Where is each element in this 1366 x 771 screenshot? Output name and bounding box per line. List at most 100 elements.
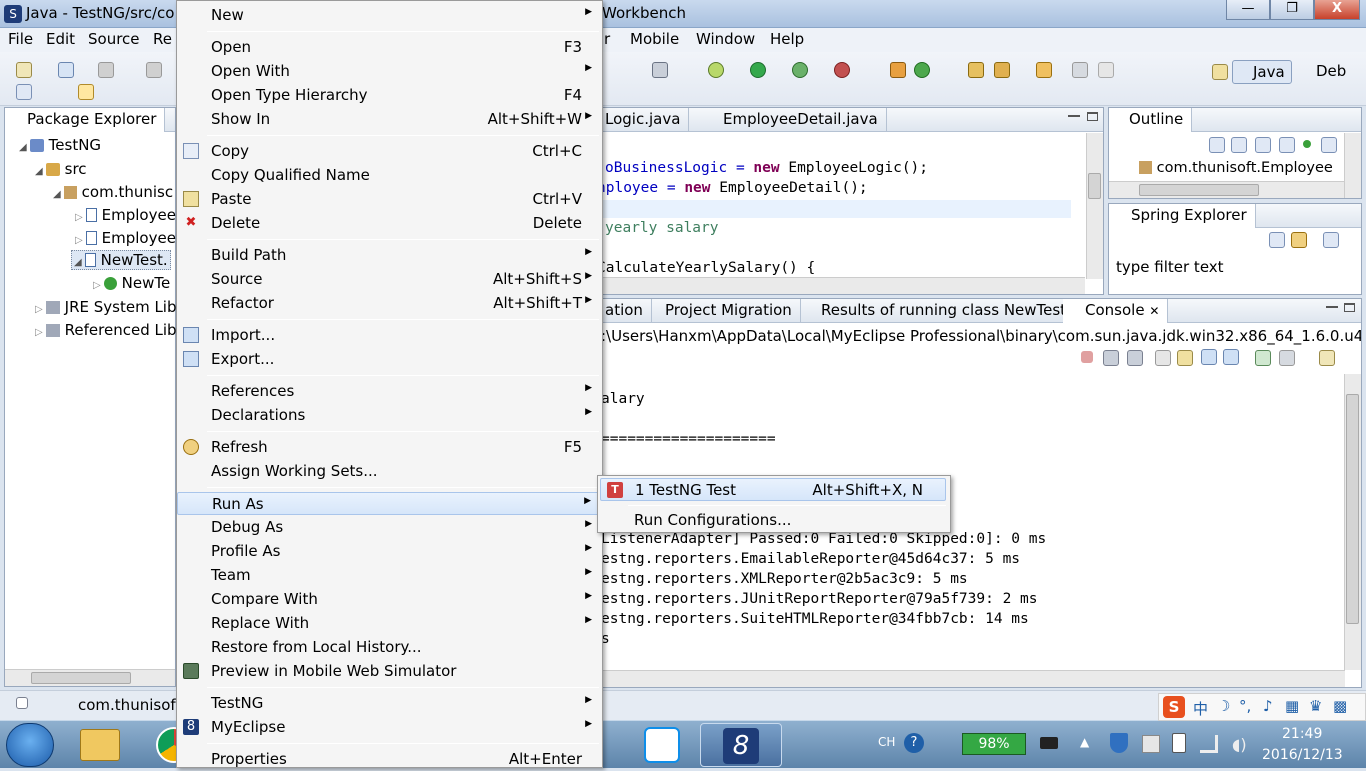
sogou-logo-icon[interactable]: S [1163,696,1185,718]
menu-item-open-type-hierarchy[interactable]: Open Type Hierarchy F4 [177,84,602,107]
new-package-icon[interactable] [58,62,74,78]
tree-item-file[interactable]: ▷ Employee [75,206,176,224]
hide-static-icon[interactable] [1279,137,1295,153]
menu-run[interactable]: r [604,30,610,48]
menu-item-delete[interactable]: ✖ Delete Delete [177,212,602,235]
menu-edit[interactable]: Edit [46,30,75,48]
horizontal-scrollbar[interactable] [1109,181,1345,198]
pin-icon[interactable] [16,84,32,100]
menu-item-copy[interactable]: Copy Ctrl+C [177,140,602,163]
menu-item-open[interactable]: Open F3 [177,36,602,59]
phone-icon[interactable] [1172,733,1186,753]
network-error-icon[interactable] [1142,735,1160,753]
tree-item-package[interactable]: ◢ com.thunisc [53,183,173,201]
print-icon[interactable] [146,62,162,78]
maximize-button[interactable]: ❐ [1270,0,1314,20]
save-icon[interactable] [98,62,114,78]
pin-editor-icon[interactable] [1072,62,1088,78]
menu-file[interactable]: File [8,30,33,48]
run-coverage-icon[interactable] [792,62,808,78]
menu-item-testng[interactable]: TestNG ▶ [177,692,602,715]
menu-item-references[interactable]: References ▶ [177,380,602,403]
tab-testng-results[interactable]: Results of running class NewTest [797,299,1076,323]
menu-item-export[interactable]: Export... [177,348,602,371]
mark-occurrences-icon[interactable] [78,84,94,100]
tree-item-referenced[interactable]: ▷ Referenced Lib [35,321,177,339]
filter-input[interactable]: type filter text [1111,254,1333,278]
outline-item-package[interactable]: com.thunisoft.Employee [1139,160,1333,176]
tab-project-migration[interactable]: Project Migration [643,299,801,323]
tree-item-src[interactable]: ◢ src [35,160,87,178]
collapse-all-icon[interactable] [1269,232,1285,248]
console-minimize-button[interactable] [1326,306,1338,309]
horizontal-scrollbar[interactable] [597,277,1085,294]
sort-icon[interactable] [1231,137,1247,153]
debug-icon[interactable] [708,62,724,78]
remove-launch-icon[interactable] [1103,350,1119,366]
help-icon[interactable]: ? [904,733,924,753]
vertical-scrollbar[interactable] [1086,133,1103,279]
menu-item-replace-with[interactable]: Replace With ▶ [177,612,602,635]
menu-item-run-as[interactable]: Run As ▶ [177,492,602,515]
clear-console-icon[interactable] [1155,350,1171,366]
show-hidden-icons-icon[interactable]: ▲ [1080,735,1089,749]
display-console-icon[interactable] [1255,350,1271,366]
menu-item-myeclipse[interactable]: 8 MyEclipse ▶ [177,716,602,739]
close-button[interactable]: X [1314,0,1360,20]
collapse-all-icon[interactable] [1209,137,1225,153]
menu-item-team[interactable]: Team ▶ [177,564,602,587]
link-editor-icon[interactable] [1291,232,1307,248]
open-type-icon[interactable] [968,62,984,78]
volume-icon[interactable]: ◖) [1232,735,1247,754]
menu-item-testng-test[interactable]: T 1 TestNG Test Alt+Shift+X, N [600,478,946,501]
menu-item-paste[interactable]: Paste Ctrl+V [177,188,602,211]
microphone-icon[interactable]: ♪ [1263,697,1273,715]
tree-item-jre[interactable]: ▷ JRE System Lib [35,298,177,316]
run-icon[interactable] [750,62,766,78]
menu-item-run-configurations[interactable]: Run Configurations... [600,509,946,532]
terminate-icon[interactable] [1081,351,1093,363]
menu-item-declarations[interactable]: Declarations ▶ [177,404,602,427]
remove-all-icon[interactable] [1127,350,1143,366]
menu-item-build-path[interactable]: Build Path ▶ [177,244,602,267]
editor-maximize-button[interactable] [1087,112,1098,121]
java-perspective-button[interactable]: Java [1232,60,1292,84]
clock-time[interactable]: 21:49 [1282,726,1322,742]
menu-item-preview-in-mobile-web-simulator[interactable]: Preview in Mobile Web Simulator [177,660,602,683]
menu-refactor[interactable]: Re [153,30,172,48]
console-menu-icon[interactable] [1279,350,1295,366]
camera-icon[interactable] [652,62,668,78]
clock-date[interactable]: 2016/12/13 [1262,747,1343,763]
new-file-icon[interactable] [16,62,32,78]
tab-spring-explorer[interactable]: Spring Explorer [1109,204,1256,228]
sort-icon[interactable] [1323,232,1339,248]
skin-icon[interactable]: ♛ [1309,697,1322,715]
search-icon[interactable] [994,62,1010,78]
tab-employee-detail-java[interactable]: EmployeeDetail.java [699,108,887,132]
open-folder-icon[interactable] [1036,62,1052,78]
tree-item-file[interactable]: ▷ Employee [75,229,176,247]
menu-item-import[interactable]: Import... [177,324,602,347]
hide-local-types-icon[interactable] [1321,137,1337,153]
menu-item-copy-qualified-name[interactable]: Copy Qualified Name [177,164,602,187]
keyboard-icon[interactable]: ▦ [1285,697,1299,715]
console-maximize-button[interactable] [1344,303,1355,312]
menu-source[interactable]: Source [88,30,140,48]
pin-console-icon[interactable] [1223,349,1239,365]
menu-item-open-with[interactable]: Open With ▶ [177,60,602,83]
explorer-taskbar-icon[interactable] [80,729,120,761]
menu-item-new[interactable]: New ▶ [177,4,602,27]
menu-item-refactor[interactable]: Refactor Alt+Shift+T ▶ [177,292,602,315]
punctuation-icon[interactable]: °, [1239,697,1251,715]
menu-item-profile-as[interactable]: Profile As ▶ [177,540,602,563]
hide-fields-icon[interactable] [1255,137,1271,153]
ime-mode-label[interactable]: 中 [1193,698,1208,719]
open-console-icon[interactable] [1319,350,1335,366]
horizontal-scrollbar[interactable] [5,669,175,686]
horizontal-scrollbar[interactable] [597,670,1345,687]
edit-icon[interactable] [1098,62,1114,78]
security-shield-icon[interactable] [1110,733,1128,753]
moon-icon[interactable]: ☽ [1217,697,1230,715]
vertical-scrollbar[interactable] [1344,133,1361,198]
vertical-scrollbar[interactable] [1344,374,1361,670]
